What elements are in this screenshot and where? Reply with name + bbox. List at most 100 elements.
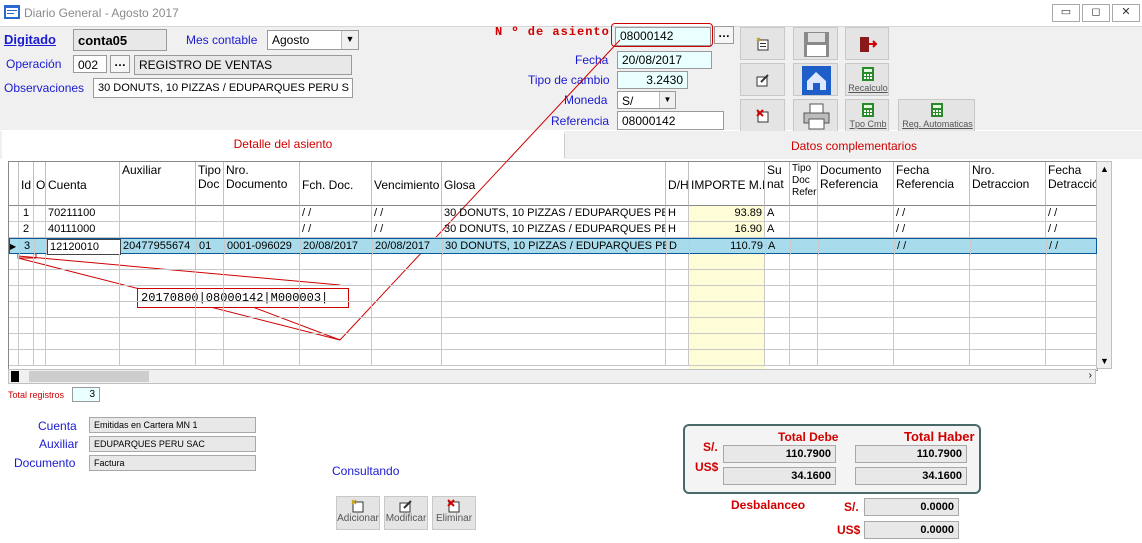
grid-cell[interactable] — [970, 270, 1046, 286]
delete-entry-button[interactable] — [740, 99, 785, 132]
grid-cell[interactable] — [300, 254, 372, 270]
cell-fecha-ref[interactable]: / / — [894, 206, 970, 222]
grid-cell[interactable] — [894, 286, 970, 302]
grid-cell[interactable] — [34, 350, 46, 366]
grid-cell[interactable] — [34, 206, 46, 222]
grid-cell[interactable] — [46, 318, 120, 334]
asiento-lookup-button[interactable]: … — [714, 26, 734, 44]
grid-cell[interactable] — [765, 334, 790, 350]
grid-cell[interactable] — [34, 286, 46, 302]
grid-cell[interactable] — [19, 254, 34, 270]
cell-vencimiento[interactable]: 20/08/2017 — [373, 239, 443, 255]
grid-cell[interactable] — [765, 270, 790, 286]
grid-cell[interactable] — [689, 286, 765, 302]
grid-cell[interactable] — [666, 270, 689, 286]
grid-cell[interactable] — [34, 270, 46, 286]
scroll-right-icon[interactable]: › — [1089, 370, 1092, 381]
grid-cell[interactable] — [224, 286, 300, 302]
table-row[interactable] — [9, 302, 1097, 318]
cell-fch-doc[interactable]: / / — [300, 222, 372, 238]
new-entry-button[interactable] — [740, 27, 785, 60]
cell-fecha-detr[interactable]: / / — [1047, 239, 1097, 255]
grid-cell[interactable] — [818, 302, 894, 318]
grid-cell[interactable] — [372, 270, 442, 286]
grid-cell[interactable] — [196, 254, 224, 270]
modificar-button[interactable]: Modificar — [384, 496, 428, 530]
cell-tipo-doc[interactable] — [196, 222, 224, 238]
grid-cell[interactable] — [442, 350, 666, 366]
grid-cell[interactable] — [666, 254, 689, 270]
cell-dh[interactable]: D — [667, 239, 690, 255]
grid-cell[interactable] — [818, 206, 894, 222]
mes-contable-select[interactable]: Agosto ▼ — [267, 30, 359, 50]
cell-su-nat[interactable]: A — [765, 222, 790, 238]
grid-cell[interactable] — [196, 334, 224, 350]
save-button[interactable] — [793, 27, 838, 60]
cell-nro-doc[interactable] — [224, 222, 300, 238]
grid-cell[interactable] — [196, 270, 224, 286]
grid-cell[interactable] — [970, 302, 1046, 318]
grid-cell[interactable] — [196, 286, 224, 302]
grid-cell[interactable] — [120, 318, 196, 334]
grid-cell[interactable] — [224, 334, 300, 350]
grid-cell[interactable] — [894, 334, 970, 350]
grid-cell[interactable] — [196, 318, 224, 334]
grid-cell[interactable] — [120, 254, 196, 270]
grid-cell[interactable] — [970, 286, 1046, 302]
grid-cell[interactable] — [34, 222, 46, 238]
cell-fch-doc[interactable]: / / — [300, 206, 372, 222]
grid-cell[interactable] — [120, 334, 196, 350]
grid-cell[interactable] — [372, 302, 442, 318]
grid-cell[interactable] — [765, 318, 790, 334]
vertical-scrollbar[interactable]: ▲ ▼ — [1096, 161, 1112, 369]
grid-cell[interactable] — [372, 334, 442, 350]
chevron-down-icon[interactable]: ▼ — [341, 31, 358, 49]
grid-cell[interactable] — [689, 270, 765, 286]
grid-cell[interactable] — [46, 270, 120, 286]
table-row[interactable] — [9, 286, 1097, 302]
grid-cell[interactable] — [34, 334, 46, 350]
grid-cell[interactable] — [300, 270, 372, 286]
grid-cell[interactable] — [35, 239, 47, 255]
cell-auxiliar[interactable] — [120, 206, 196, 222]
grid-cell[interactable] — [790, 334, 818, 350]
horizontal-scrollbar[interactable]: › — [8, 369, 1096, 384]
table-row[interactable] — [9, 334, 1097, 350]
moneda-select[interactable]: S/ ▼ — [617, 91, 676, 109]
cell-auxiliar[interactable] — [120, 222, 196, 238]
grid-cell[interactable] — [790, 270, 818, 286]
grid-cell[interactable] — [224, 254, 300, 270]
grid-cell[interactable] — [666, 318, 689, 334]
table-row[interactable] — [9, 318, 1097, 334]
cell-id[interactable]: 3 — [20, 239, 35, 255]
cell-tipo-doc[interactable]: 01 — [197, 239, 225, 255]
grid-cell[interactable] — [224, 270, 300, 286]
grid-cell[interactable] — [790, 318, 818, 334]
cell-fecha-detr[interactable]: / / — [1046, 222, 1097, 238]
scroll-left-icon[interactable] — [11, 371, 19, 382]
grid-cell[interactable] — [818, 318, 894, 334]
grid-cell[interactable] — [790, 222, 818, 238]
print-button[interactable] — [793, 99, 838, 132]
grid-cell[interactable] — [224, 302, 300, 318]
cell-id[interactable]: 1 — [19, 206, 34, 222]
grid-cell[interactable] — [1046, 334, 1097, 350]
grid-cell[interactable] — [894, 302, 970, 318]
adicionar-button[interactable]: Adicionar — [336, 496, 380, 530]
cell-importe[interactable]: 16.90 — [689, 222, 765, 238]
grid-cell[interactable] — [791, 239, 819, 255]
table-row[interactable] — [9, 350, 1097, 366]
grid-cell[interactable] — [19, 286, 34, 302]
grid-cell[interactable] — [790, 254, 818, 270]
grid-cell[interactable] — [46, 286, 120, 302]
cell-glosa[interactable]: 30 DONUTS, 10 PIZZAS / EDUPARQUES PERU — [443, 239, 667, 255]
chevron-down-icon[interactable]: ▼ — [659, 92, 675, 108]
cell-fecha-ref[interactable]: / / — [894, 222, 970, 238]
grid-cell[interactable] — [970, 334, 1046, 350]
cell-importe[interactable]: 110.79 — [690, 239, 766, 255]
grid-cell[interactable] — [196, 302, 224, 318]
tab-datos-complementarios[interactable]: Datos complementarios — [564, 134, 1142, 158]
grid-cell[interactable] — [689, 302, 765, 318]
grid-cell[interactable] — [120, 286, 196, 302]
grid-cell[interactable] — [689, 350, 765, 366]
